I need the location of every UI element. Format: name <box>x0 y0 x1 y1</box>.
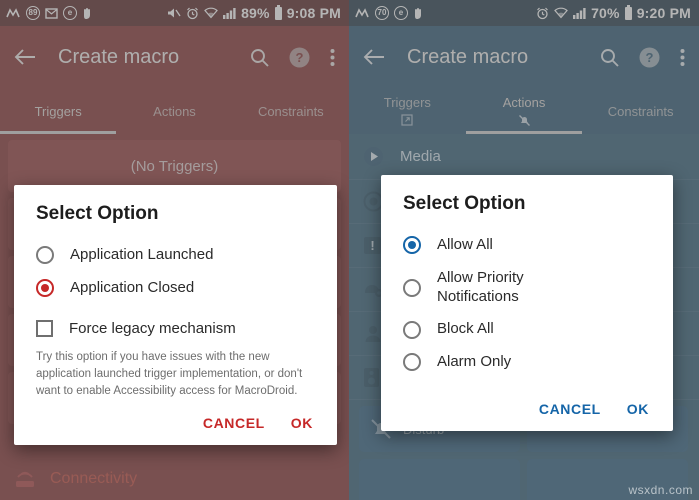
checkbox-label: Force legacy mechanism <box>69 319 236 337</box>
watermark: wsxdn.com <box>628 483 693 497</box>
radio-label: Allow All <box>437 236 493 253</box>
ok-button[interactable]: OK <box>627 401 649 417</box>
dialog-title: Select Option <box>36 203 159 224</box>
dialog-buttons: CANCEL OK <box>381 379 673 425</box>
radio-label: Application Closed <box>70 278 195 296</box>
screenshot-stage: 89 e <box>0 0 699 500</box>
dialog-title: Select Option <box>403 193 526 214</box>
radio-option-allow-all[interactable]: Allow All <box>381 229 673 262</box>
radio-button[interactable] <box>403 278 421 297</box>
left-phone-panel: 89 e <box>0 0 349 500</box>
radio-option-block-all[interactable]: Block All <box>381 313 673 346</box>
select-option-dialog-left: Select Option Application Launched Appli… <box>14 185 337 446</box>
checkbox[interactable] <box>36 320 53 338</box>
radio-option-application-closed[interactable]: Application Closed <box>14 272 337 305</box>
radio-option-allow-priority-notifications[interactable]: Allow Priority Notifications <box>381 262 673 314</box>
radio-button-selected[interactable] <box>36 279 54 298</box>
right-phone-panel: 70 e 70% 9:20 PM <box>349 0 699 500</box>
cancel-button[interactable]: CANCEL <box>539 401 601 417</box>
radio-label: Allow Priority Notifications <box>437 268 524 305</box>
radio-button-selected[interactable] <box>403 236 421 255</box>
radio-label: Application Launched <box>70 246 214 263</box>
dialog-buttons: CANCEL OK <box>14 399 337 439</box>
radio-label: Alarm Only <box>437 353 512 370</box>
radio-button[interactable] <box>403 320 421 339</box>
cancel-button[interactable]: CANCEL <box>203 415 265 431</box>
dialog-hint-text: Try this option if you have issues with … <box>36 351 303 397</box>
ok-button[interactable]: OK <box>291 415 313 431</box>
radio-option-application-launched[interactable]: Application Launched <box>14 239 337 272</box>
select-option-dialog-right: Select Option Allow All Allow Priority N… <box>381 175 673 431</box>
radio-button[interactable] <box>36 246 54 265</box>
radio-label: Block All <box>437 320 494 338</box>
radio-option-alarm-only[interactable]: Alarm Only <box>381 346 673 379</box>
checkbox-force-legacy-mechanism[interactable]: Force legacy mechanism <box>14 313 337 346</box>
radio-button[interactable] <box>403 353 421 372</box>
